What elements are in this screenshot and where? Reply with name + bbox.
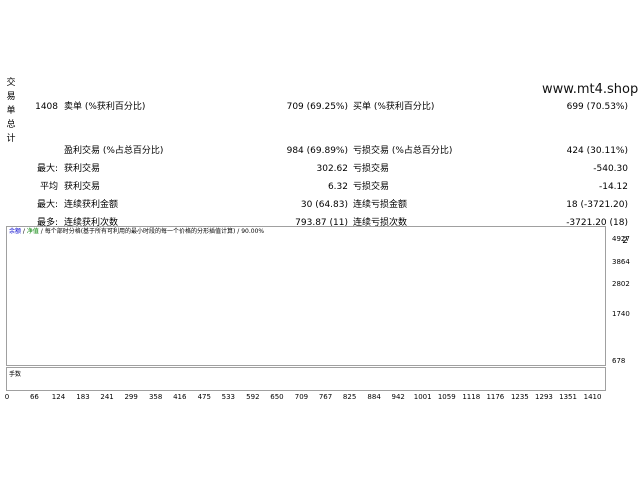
chart-legend: 余额 / 净值 / 每个部时分格(基于所有可利用的最小时段的每一个价格的分形插值… (9, 228, 264, 236)
x-tick-label: 1118 (462, 393, 481, 401)
y-tick-label: 678 (612, 357, 626, 365)
row-label: 最大: (36, 200, 58, 210)
y-tick-label: 1740 (612, 310, 630, 318)
left-value: 30 (64.83) (300, 200, 348, 210)
legend-rest: / 每个部时分格(基于所有可利用的最小时段的每一个价格的分形插值计算) / 90… (38, 228, 265, 235)
x-tick-label: 66 (29, 393, 39, 401)
x-tick-label: 1059 (437, 393, 456, 401)
x-tick-label: 0 (4, 393, 10, 401)
x-tick-label: 650 (270, 393, 284, 401)
x-tick-label: 533 (221, 393, 236, 401)
left-value: 709 (69.25%) (286, 102, 348, 112)
row-label: 平均 (39, 182, 58, 192)
x-tick-label: 241 (100, 393, 114, 401)
right-value: 424 (30.11%) (566, 146, 628, 156)
row-label: 1408 (35, 102, 58, 112)
x-tick-label: 709 (294, 393, 309, 401)
x-tick-label: 592 (246, 393, 260, 401)
left-value: 984 (69.89%) (286, 146, 348, 156)
left-value: 6.32 (327, 182, 348, 192)
legend-balance: 余额 (9, 228, 22, 235)
legend-equity: 净值 (26, 228, 39, 235)
x-tick-label: 299 (124, 393, 138, 401)
left-value: 302.62 (316, 164, 349, 174)
right-value: 699 (70.53%) (566, 102, 628, 112)
x-tick-label: 416 (173, 393, 187, 401)
x-tick-label: 124 (51, 393, 66, 401)
y-tick-label: 4927 (612, 235, 630, 243)
x-tick-label: 767 (318, 393, 333, 401)
volume-frame (6, 367, 606, 391)
chart-frame (6, 226, 606, 366)
volume-label: 手数 (9, 371, 22, 378)
y-tick-label: 2802 (612, 280, 630, 288)
right-value: 18 (-3721.20) (566, 200, 628, 210)
side-label-char: 计 (6, 134, 16, 144)
row-label: 最大: (36, 164, 58, 174)
x-tick-label: 1351 (559, 393, 577, 401)
x-tick-label: 358 (148, 393, 163, 401)
right-value: -14.12 (598, 182, 628, 192)
x-tick-label: 475 (197, 393, 211, 401)
y-tick-label: 3864 (612, 258, 630, 266)
right-value: -540.30 (593, 164, 628, 174)
side-label-char: 交 (6, 78, 16, 88)
x-tick-label: 942 (391, 393, 405, 401)
x-tick-label: 1293 (535, 393, 553, 401)
x-tick-label: 1235 (510, 393, 529, 401)
side-label-char: 总 (6, 120, 16, 130)
x-tick-label: 825 (342, 393, 357, 401)
x-tick-label: 884 (367, 393, 381, 401)
x-tick-label: 183 (76, 393, 90, 401)
x-tick-label: 1001 (413, 393, 432, 401)
watermark: www.mt4.shop (542, 82, 639, 97)
x-tick-label: 1176 (486, 393, 505, 401)
x-tick-label: 1410 (583, 393, 602, 401)
